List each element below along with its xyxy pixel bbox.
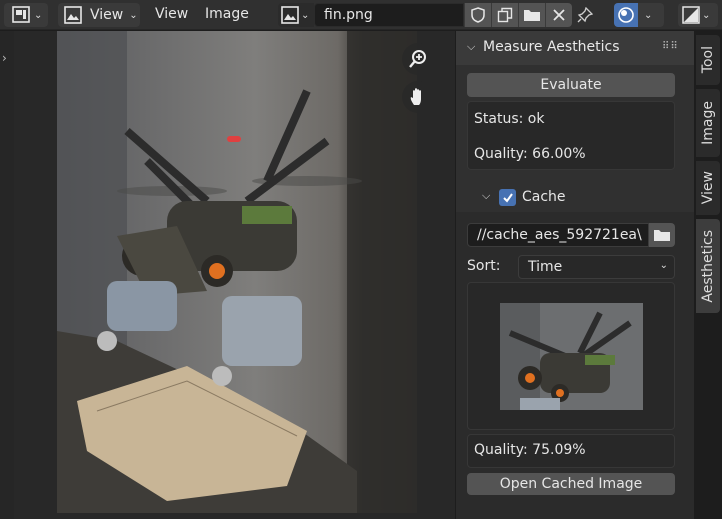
gizmo-icon xyxy=(614,3,638,27)
open-cached-image-button[interactable]: Open Cached Image xyxy=(467,473,675,495)
image-editor-header: ⌄ View ⌄ View Image ⌄ fin.png ⌄ ⌄ xyxy=(0,0,722,30)
editor-type-button[interactable]: ⌄ xyxy=(4,3,48,27)
image-view-icon xyxy=(64,6,82,24)
evaluate-button[interactable]: Evaluate xyxy=(467,73,675,97)
drag-handle-icon[interactable]: ⠿⠿ xyxy=(662,41,679,52)
chevron-down-icon: ⌄ xyxy=(702,9,711,21)
status-box: Status: ok Quality: 66.00% xyxy=(467,101,675,170)
zoom-in-icon xyxy=(409,50,426,68)
gizmo-toggle[interactable]: ⌄ xyxy=(614,3,664,27)
chevron-right-icon: › xyxy=(2,51,7,65)
view-mode-select[interactable]: View ⌄ xyxy=(58,3,140,27)
chevron-down-icon: ⌄ xyxy=(129,9,138,21)
tab-aesthetics-label: Aesthetics xyxy=(700,229,716,303)
status-text: Status: ok xyxy=(474,111,545,127)
sort-value: Time xyxy=(528,259,563,275)
folder-icon xyxy=(654,230,670,241)
view-mode-label: View xyxy=(90,7,124,23)
tab-view[interactable]: View xyxy=(696,161,720,215)
image-editor-icon xyxy=(12,6,30,23)
measure-aesthetics-header[interactable]: ⌵ Measure Aesthetics ⠿⠿ xyxy=(456,31,694,65)
toolbar-collapsed-strip[interactable]: › xyxy=(0,31,14,519)
duplicate-icon xyxy=(497,7,513,23)
open-image-button[interactable] xyxy=(518,3,545,27)
tab-aesthetics[interactable]: Aesthetics xyxy=(696,219,720,313)
folder-icon xyxy=(524,10,540,21)
panel-title: Measure Aesthetics xyxy=(483,39,620,55)
drone-photo xyxy=(57,31,417,513)
cached-image-thumbnail[interactable] xyxy=(500,303,643,410)
cache-checkbox[interactable] xyxy=(499,189,516,206)
shield-icon xyxy=(471,7,485,23)
pin-button[interactable] xyxy=(572,3,598,27)
browse-image-button[interactable]: ⌄ xyxy=(278,3,314,27)
chevron-down-icon: ⌵ xyxy=(482,189,491,202)
pin-icon xyxy=(577,7,593,23)
image-viewport[interactable] xyxy=(14,31,455,519)
cached-quality-text: Quality: 75.09% xyxy=(474,442,586,458)
image-icon xyxy=(281,6,299,24)
sort-select[interactable]: Time ⌄ xyxy=(518,255,675,279)
unlink-image-button[interactable] xyxy=(545,3,572,27)
zoom-button[interactable] xyxy=(402,43,434,75)
checkmark-icon xyxy=(502,192,513,203)
chevron-down-icon: ⌵ xyxy=(467,40,476,53)
tab-view-label: View xyxy=(700,171,716,205)
chevron-down-icon: ⌄ xyxy=(644,9,653,21)
cached-preview-box xyxy=(467,282,675,430)
tab-tool-label: Tool xyxy=(700,46,716,74)
color-alpha-icon xyxy=(682,6,700,24)
pan-button[interactable] xyxy=(402,81,434,113)
display-channels-select[interactable]: ⌄ xyxy=(678,3,718,27)
chevron-down-icon: ⌄ xyxy=(34,9,43,21)
cache-path-field[interactable]: //cache_aes_592721ea\ xyxy=(467,223,649,247)
browse-folder-button[interactable] xyxy=(649,223,675,247)
menu-image[interactable]: Image xyxy=(205,6,249,22)
menu-view[interactable]: View xyxy=(155,6,188,22)
cache-label: Cache xyxy=(522,189,566,205)
tab-image[interactable]: Image xyxy=(696,89,720,157)
hand-icon xyxy=(410,88,421,105)
tab-tool[interactable]: Tool xyxy=(696,35,720,85)
sidebar-panel: ⌵ Measure Aesthetics ⠿⠿ Evaluate Status:… xyxy=(456,31,694,519)
quality-text: Quality: 66.00% xyxy=(474,146,586,162)
chevron-down-icon: ⌄ xyxy=(659,260,668,271)
sidebar-tabs: Tool Image View Aesthetics xyxy=(694,31,722,519)
cached-quality-box: Quality: 75.09% xyxy=(467,434,675,468)
chevron-down-icon: ⌄ xyxy=(301,9,310,21)
close-icon xyxy=(553,9,565,21)
image-name-field[interactable]: fin.png xyxy=(314,3,464,27)
sort-label: Sort: xyxy=(467,258,501,274)
duplicate-image-button[interactable] xyxy=(491,3,518,27)
fake-user-button[interactable] xyxy=(464,3,491,27)
cache-subpanel-header[interactable]: ⌵ Cache xyxy=(456,184,694,212)
tab-image-label: Image xyxy=(700,101,716,145)
